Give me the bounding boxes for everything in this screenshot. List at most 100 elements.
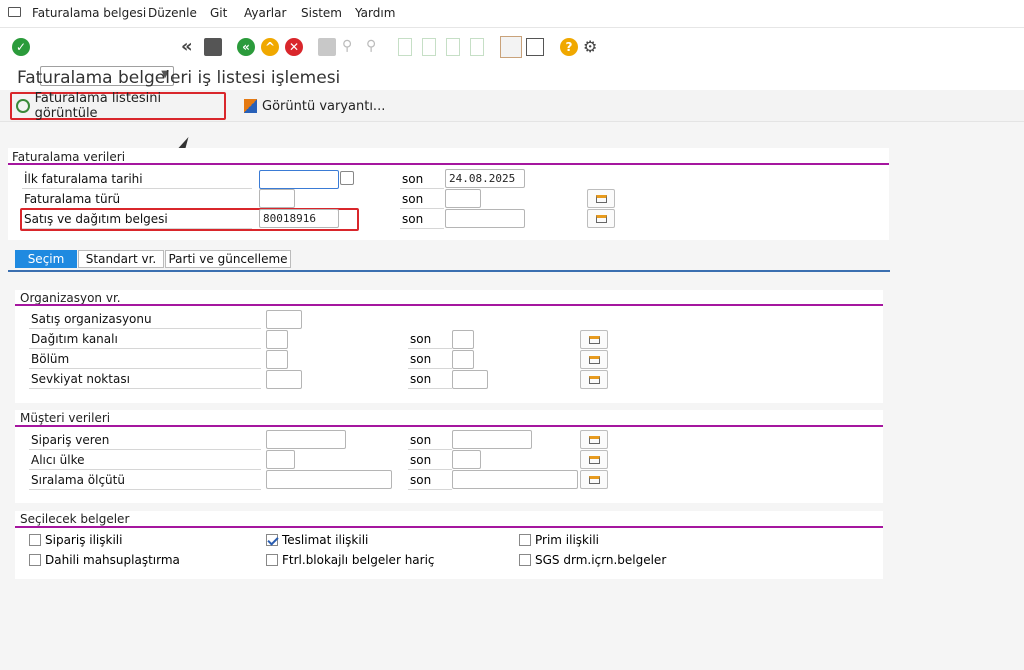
- double-chevron-left-icon[interactable]: «: [181, 38, 199, 56]
- checkbox-box[interactable]: [266, 554, 278, 566]
- sales-org-from[interactable]: [266, 310, 302, 329]
- checkbox-label: Dahili mahsuplaştırma: [45, 553, 180, 567]
- back-icon[interactable]: «: [237, 38, 255, 56]
- exit-icon[interactable]: ^: [261, 38, 279, 56]
- next-page-icon[interactable]: [446, 38, 460, 56]
- multiple-selection-button[interactable]: [587, 209, 615, 228]
- menu-item-help[interactable]: Yardım: [355, 6, 395, 20]
- first-billing-date-from[interactable]: [259, 170, 339, 189]
- billing-type-from[interactable]: [259, 189, 295, 208]
- multiple-selection-button[interactable]: [580, 370, 608, 389]
- sort-criterion-label: Sıralama ölçütü: [29, 471, 261, 490]
- sgs-status-checkbox[interactable]: SGS drm.içrn.belgeler: [519, 552, 666, 568]
- group-divider: [8, 163, 889, 165]
- checkbox-box[interactable]: [519, 554, 531, 566]
- son-label: son: [400, 170, 444, 189]
- shipping-point-from[interactable]: [266, 370, 302, 389]
- son-label: son: [408, 330, 452, 349]
- son-label: son: [400, 190, 444, 209]
- sold-to-party-from[interactable]: [266, 430, 346, 449]
- checkbox-box[interactable]: [29, 534, 41, 546]
- destination-country-to[interactable]: [452, 450, 481, 469]
- checkbox-label: Ftrl.blokajlı belgeler hariç: [282, 553, 435, 567]
- group-divider: [15, 425, 883, 427]
- multiple-selection-button[interactable]: [580, 450, 608, 469]
- delivery-related-checkbox[interactable]: Teslimat ilişkili: [266, 532, 368, 548]
- menu-item-system[interactable]: Sistem: [301, 6, 342, 20]
- rebate-related-checkbox[interactable]: Prim ilişkili: [519, 532, 599, 548]
- shipping-point-to[interactable]: [452, 370, 488, 389]
- previous-page-icon[interactable]: [422, 38, 436, 56]
- display-billing-list-button[interactable]: Faturalama listesini görüntüle: [10, 91, 226, 121]
- checkbox-box[interactable]: [519, 534, 531, 546]
- sales-org-label: Satış organizasyonu: [29, 310, 261, 329]
- gear-icon[interactable]: ⚙: [583, 38, 601, 56]
- multiple-selection-button[interactable]: [580, 330, 608, 349]
- menu-item-billing-document[interactable]: Faturalama belgesi: [32, 6, 146, 20]
- menu-item-goto[interactable]: Git: [210, 6, 227, 20]
- new-session-icon[interactable]: [500, 36, 522, 58]
- display-variant-label: Görüntü varyantı...: [262, 98, 386, 114]
- destination-country-from[interactable]: [266, 450, 295, 469]
- multiple-selection-button[interactable]: [587, 189, 615, 208]
- display-variant-button[interactable]: Görüntü varyantı...: [240, 95, 389, 117]
- sort-criterion-from[interactable]: [266, 470, 392, 489]
- group-divider: [15, 526, 883, 528]
- first-page-icon[interactable]: [398, 38, 412, 56]
- tab-strip-line: [8, 270, 890, 272]
- enter-check-icon[interactable]: ✓: [12, 38, 30, 56]
- cancel-icon[interactable]: ✕: [285, 38, 303, 56]
- print-icon[interactable]: [318, 38, 336, 56]
- value-help-icon[interactable]: [340, 171, 354, 185]
- help-icon[interactable]: ?: [560, 38, 578, 56]
- tab-standard[interactable]: Standart vr.: [78, 250, 164, 268]
- menu-item-settings[interactable]: Ayarlar: [244, 6, 286, 20]
- billing-type-to[interactable]: [445, 189, 481, 208]
- group-divider: [15, 304, 883, 306]
- display-billing-list-label: Faturalama listesini görüntüle: [34, 91, 162, 121]
- menu-icon[interactable]: [8, 7, 21, 17]
- application-toolbar: Faturalama listesini görüntüle Görüntü v…: [0, 90, 1024, 122]
- sales-document-from[interactable]: 80018916: [259, 209, 339, 228]
- sort-criterion-to[interactable]: [452, 470, 578, 489]
- standard-toolbar: ✓ ▼ « « ^ ✕ ⚲ ⚲ ? ⚙: [0, 28, 1024, 86]
- save-icon[interactable]: [204, 38, 222, 56]
- find-icon[interactable]: ⚲: [342, 38, 360, 56]
- billing-type-label: Faturalama türü: [22, 190, 252, 209]
- division-label: Bölüm: [29, 350, 261, 369]
- last-page-icon[interactable]: [470, 38, 484, 56]
- sales-document-to[interactable]: [445, 209, 525, 228]
- menu-item-edit[interactable]: Düzenle: [148, 6, 197, 20]
- shortcut-icon[interactable]: [526, 38, 544, 56]
- son-label: son: [408, 350, 452, 369]
- son-label: son: [408, 431, 452, 450]
- checkbox-box[interactable]: [29, 554, 41, 566]
- son-label: son: [408, 451, 452, 470]
- execute-clock-icon: [16, 99, 30, 113]
- tab-batch-update[interactable]: Parti ve güncelleme: [165, 250, 291, 268]
- distribution-channel-to[interactable]: [452, 330, 474, 349]
- find-next-icon[interactable]: ⚲: [366, 38, 384, 56]
- intercompany-checkbox[interactable]: Dahili mahsuplaştırma: [29, 552, 180, 568]
- sales-document-label: Satış ve dağıtım belgesi: [22, 210, 252, 229]
- multiple-selection-button[interactable]: [580, 470, 608, 489]
- division-to[interactable]: [452, 350, 474, 369]
- multiple-selection-button[interactable]: [580, 350, 608, 369]
- checkbox-box[interactable]: [266, 534, 278, 546]
- tab-selection[interactable]: Seçim: [15, 250, 77, 268]
- son-label: son: [400, 210, 444, 229]
- variant-icon: [244, 99, 257, 113]
- documents-title: Seçilecek belgeler: [20, 512, 130, 526]
- checkbox-label: Prim ilişkili: [535, 533, 600, 547]
- order-related-checkbox[interactable]: Sipariş ilişkili: [29, 532, 122, 548]
- multiple-selection-button[interactable]: [580, 430, 608, 449]
- exclude-blocked-checkbox[interactable]: Ftrl.blokajlı belgeler hariç: [266, 552, 435, 568]
- destination-country-label: Alıcı ülke: [29, 451, 261, 470]
- billing-data-title: Faturalama verileri: [12, 150, 126, 164]
- sold-to-party-to[interactable]: [452, 430, 532, 449]
- checkbox-label: SGS drm.içrn.belgeler: [535, 553, 667, 567]
- distribution-channel-from[interactable]: [266, 330, 288, 349]
- first-billing-date-to[interactable]: 24.08.2025: [445, 169, 525, 188]
- page-title: Faturalama belgeleri iş listesi işlemesi: [17, 68, 341, 88]
- division-from[interactable]: [266, 350, 288, 369]
